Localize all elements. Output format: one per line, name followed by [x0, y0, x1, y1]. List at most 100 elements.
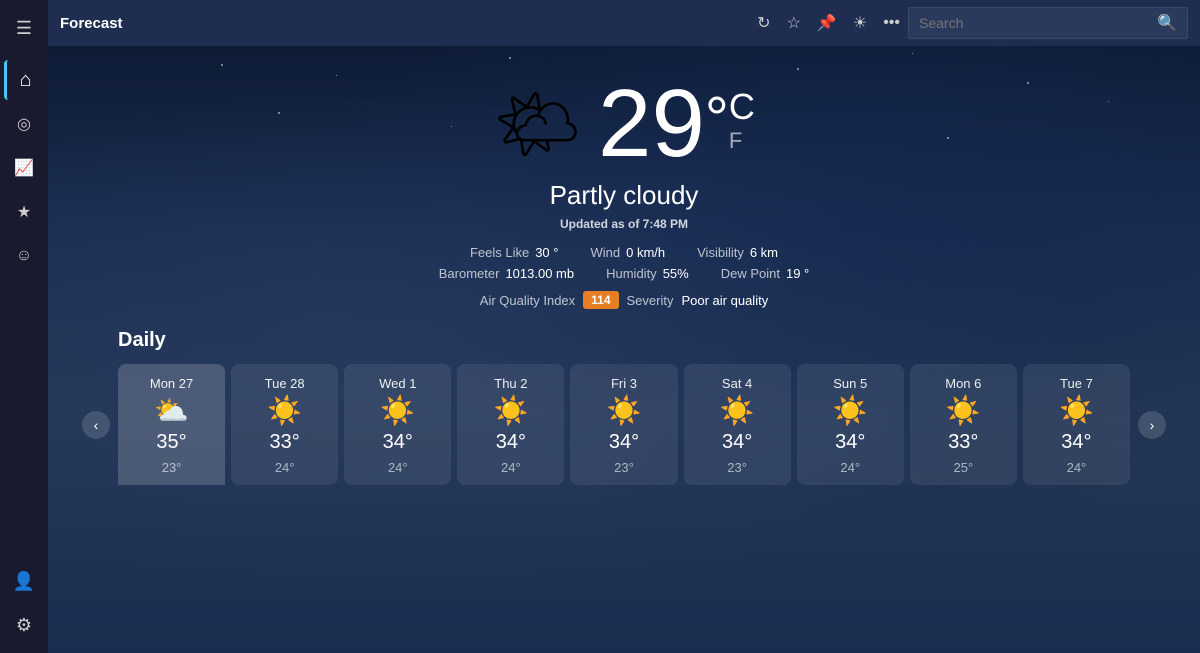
- day-high-temp: 33°: [270, 431, 300, 454]
- forecast-day-2[interactable]: Wed 1 ☀️ 34° 24°: [344, 364, 451, 485]
- day-low-temp: 24°: [840, 460, 860, 475]
- day-low-temp: 23°: [162, 460, 182, 475]
- weather-area: 🌤 29 ° C F Partly cloudy Updated as of 7…: [48, 46, 1200, 653]
- aqi-label: Air Quality Index: [480, 293, 575, 308]
- day-weather-icon: ⛅: [154, 397, 189, 425]
- sidebar-item-home[interactable]: ⌂: [4, 60, 44, 100]
- forecast-day-3[interactable]: Thu 2 ☀️ 34° 24°: [457, 364, 564, 485]
- feels-like-value: 30 °: [535, 245, 558, 260]
- sidebar-item-news[interactable]: ☺: [4, 236, 44, 276]
- sidebar-item-menu[interactable]: ☰: [4, 8, 44, 48]
- day-name: Mon 6: [945, 376, 981, 391]
- daily-title: Daily: [118, 329, 1130, 352]
- temperature-value: 29: [598, 76, 705, 172]
- day-name: Fri 3: [611, 376, 637, 391]
- day-high-temp: 34°: [835, 431, 865, 454]
- day-low-temp: 24°: [388, 460, 408, 475]
- day-weather-icon: ☀️: [946, 397, 981, 425]
- day-weather-icon: ☀️: [493, 397, 528, 425]
- day-name: Sat 4: [722, 376, 752, 391]
- temp-unit-group: C F: [729, 86, 755, 154]
- day-low-temp: 23°: [614, 460, 634, 475]
- day-weather-icon: ☀️: [833, 397, 868, 425]
- day-name: Tue 7: [1060, 376, 1093, 391]
- barometer-value: 1013.00 mb: [505, 266, 574, 281]
- day-high-temp: 34°: [496, 431, 526, 454]
- sidebar-item-settings[interactable]: ⚙: [4, 605, 44, 645]
- day-weather-icon: ☀️: [720, 397, 755, 425]
- temperature-display: 29 ° C F: [598, 76, 755, 172]
- forecast-carousel: ‹ Mon 27 ⛅ 35° 23° Tue 28 ☀️ 33° 24° Wed…: [118, 364, 1130, 485]
- condition-text: Partly cloudy: [550, 180, 699, 211]
- daily-section: Daily ‹ Mon 27 ⛅ 35° 23° Tue 28 ☀️ 33° 2…: [48, 329, 1200, 485]
- detail-row-2: Barometer 1013.00 mb Humidity 55% Dew Po…: [439, 266, 810, 281]
- dew-point-label: Dew Point: [721, 266, 780, 281]
- forecast-day-8[interactable]: Tue 7 ☀️ 34° 24°: [1023, 364, 1130, 485]
- severity-value: Poor air quality: [681, 293, 768, 308]
- day-name: Thu 2: [494, 376, 527, 391]
- day-weather-icon: ☀️: [607, 397, 642, 425]
- sidebar-item-historical[interactable]: 📈: [4, 148, 44, 188]
- sidebar: ☰ ⌂ ◎ 📈 ★ ☺ 👤 ⚙: [0, 0, 48, 653]
- wind-value: 0 km/h: [626, 245, 665, 260]
- celsius-unit[interactable]: C: [729, 86, 755, 128]
- home-icon: ⌂: [19, 69, 31, 92]
- brightness-icon[interactable]: ☀: [853, 13, 867, 33]
- forecast-day-7[interactable]: Mon 6 ☀️ 33° 25°: [910, 364, 1017, 485]
- forecast-day-1[interactable]: Tue 28 ☀️ 33° 24°: [231, 364, 338, 485]
- pin-icon[interactable]: 📌: [817, 13, 837, 33]
- day-name: Sun 5: [833, 376, 867, 391]
- account-icon: 👤: [13, 571, 35, 592]
- day-high-temp: 33°: [948, 431, 978, 454]
- weather-content: 🌤 29 ° C F Partly cloudy Updated as of 7…: [48, 46, 1200, 309]
- humidity-value: 55%: [663, 266, 689, 281]
- carousel-prev-button[interactable]: ‹: [82, 411, 110, 439]
- favorites-icon: ★: [17, 202, 31, 222]
- wind-label: Wind: [590, 245, 620, 260]
- updated-text: Updated as of 7:48 PM: [560, 217, 688, 231]
- aqi-badge: 114: [583, 291, 618, 309]
- carousel-next-button[interactable]: ›: [1138, 411, 1166, 439]
- day-name: Wed 1: [379, 376, 416, 391]
- feels-like: Feels Like 30 °: [470, 245, 559, 260]
- search-input[interactable]: [919, 15, 1149, 31]
- search-icon[interactable]: 🔍: [1157, 13, 1177, 33]
- sidebar-item-favorites[interactable]: ★: [4, 192, 44, 232]
- day-low-temp: 24°: [501, 460, 521, 475]
- favorite-icon[interactable]: ☆: [787, 13, 801, 33]
- barometer-label: Barometer: [439, 266, 500, 281]
- humidity: Humidity 55%: [606, 266, 689, 281]
- dew-point-value: 19 °: [786, 266, 809, 281]
- more-icon[interactable]: •••: [883, 14, 900, 32]
- dew-point: Dew Point 19 °: [721, 266, 810, 281]
- forecast-day-4[interactable]: Fri 3 ☀️ 34° 23°: [570, 364, 677, 485]
- day-high-temp: 34°: [1061, 431, 1091, 454]
- wind: Wind 0 km/h: [590, 245, 665, 260]
- forecast-day-0[interactable]: Mon 27 ⛅ 35° 23°: [118, 364, 225, 485]
- day-weather-icon: ☀️: [380, 397, 415, 425]
- news-icon: ☺: [16, 247, 32, 265]
- day-high-temp: 34°: [383, 431, 413, 454]
- day-high-temp: 35°: [156, 431, 186, 454]
- aqi-row: Air Quality Index 114 Severity Poor air …: [480, 291, 768, 309]
- fahrenheit-unit[interactable]: F: [729, 128, 755, 154]
- main-content: Forecast ↻ ☆ 📌 ☀ ••• 🔍: [48, 0, 1200, 653]
- day-high-temp: 34°: [722, 431, 752, 454]
- refresh-icon[interactable]: ↻: [757, 13, 770, 33]
- search-bar[interactable]: 🔍: [908, 7, 1188, 39]
- maps-icon: ◎: [17, 114, 31, 134]
- forecast-days: Mon 27 ⛅ 35° 23° Tue 28 ☀️ 33° 24° Wed 1…: [118, 364, 1130, 485]
- humidity-label: Humidity: [606, 266, 657, 281]
- forecast-day-6[interactable]: Sun 5 ☀️ 34° 24°: [797, 364, 904, 485]
- sidebar-item-account[interactable]: 👤: [4, 561, 44, 601]
- menu-icon: ☰: [16, 18, 32, 39]
- app-title: Forecast: [60, 15, 123, 32]
- sidebar-item-maps[interactable]: ◎: [4, 104, 44, 144]
- current-weather-icon: 🌤: [493, 89, 582, 159]
- day-name: Mon 27: [150, 376, 193, 391]
- forecast-day-5[interactable]: Sat 4 ☀️ 34° 23°: [684, 364, 791, 485]
- day-high-temp: 34°: [609, 431, 639, 454]
- feels-like-label: Feels Like: [470, 245, 529, 260]
- current-weather: 🌤 29 ° C F: [493, 76, 755, 172]
- severity-label: Severity: [627, 293, 674, 308]
